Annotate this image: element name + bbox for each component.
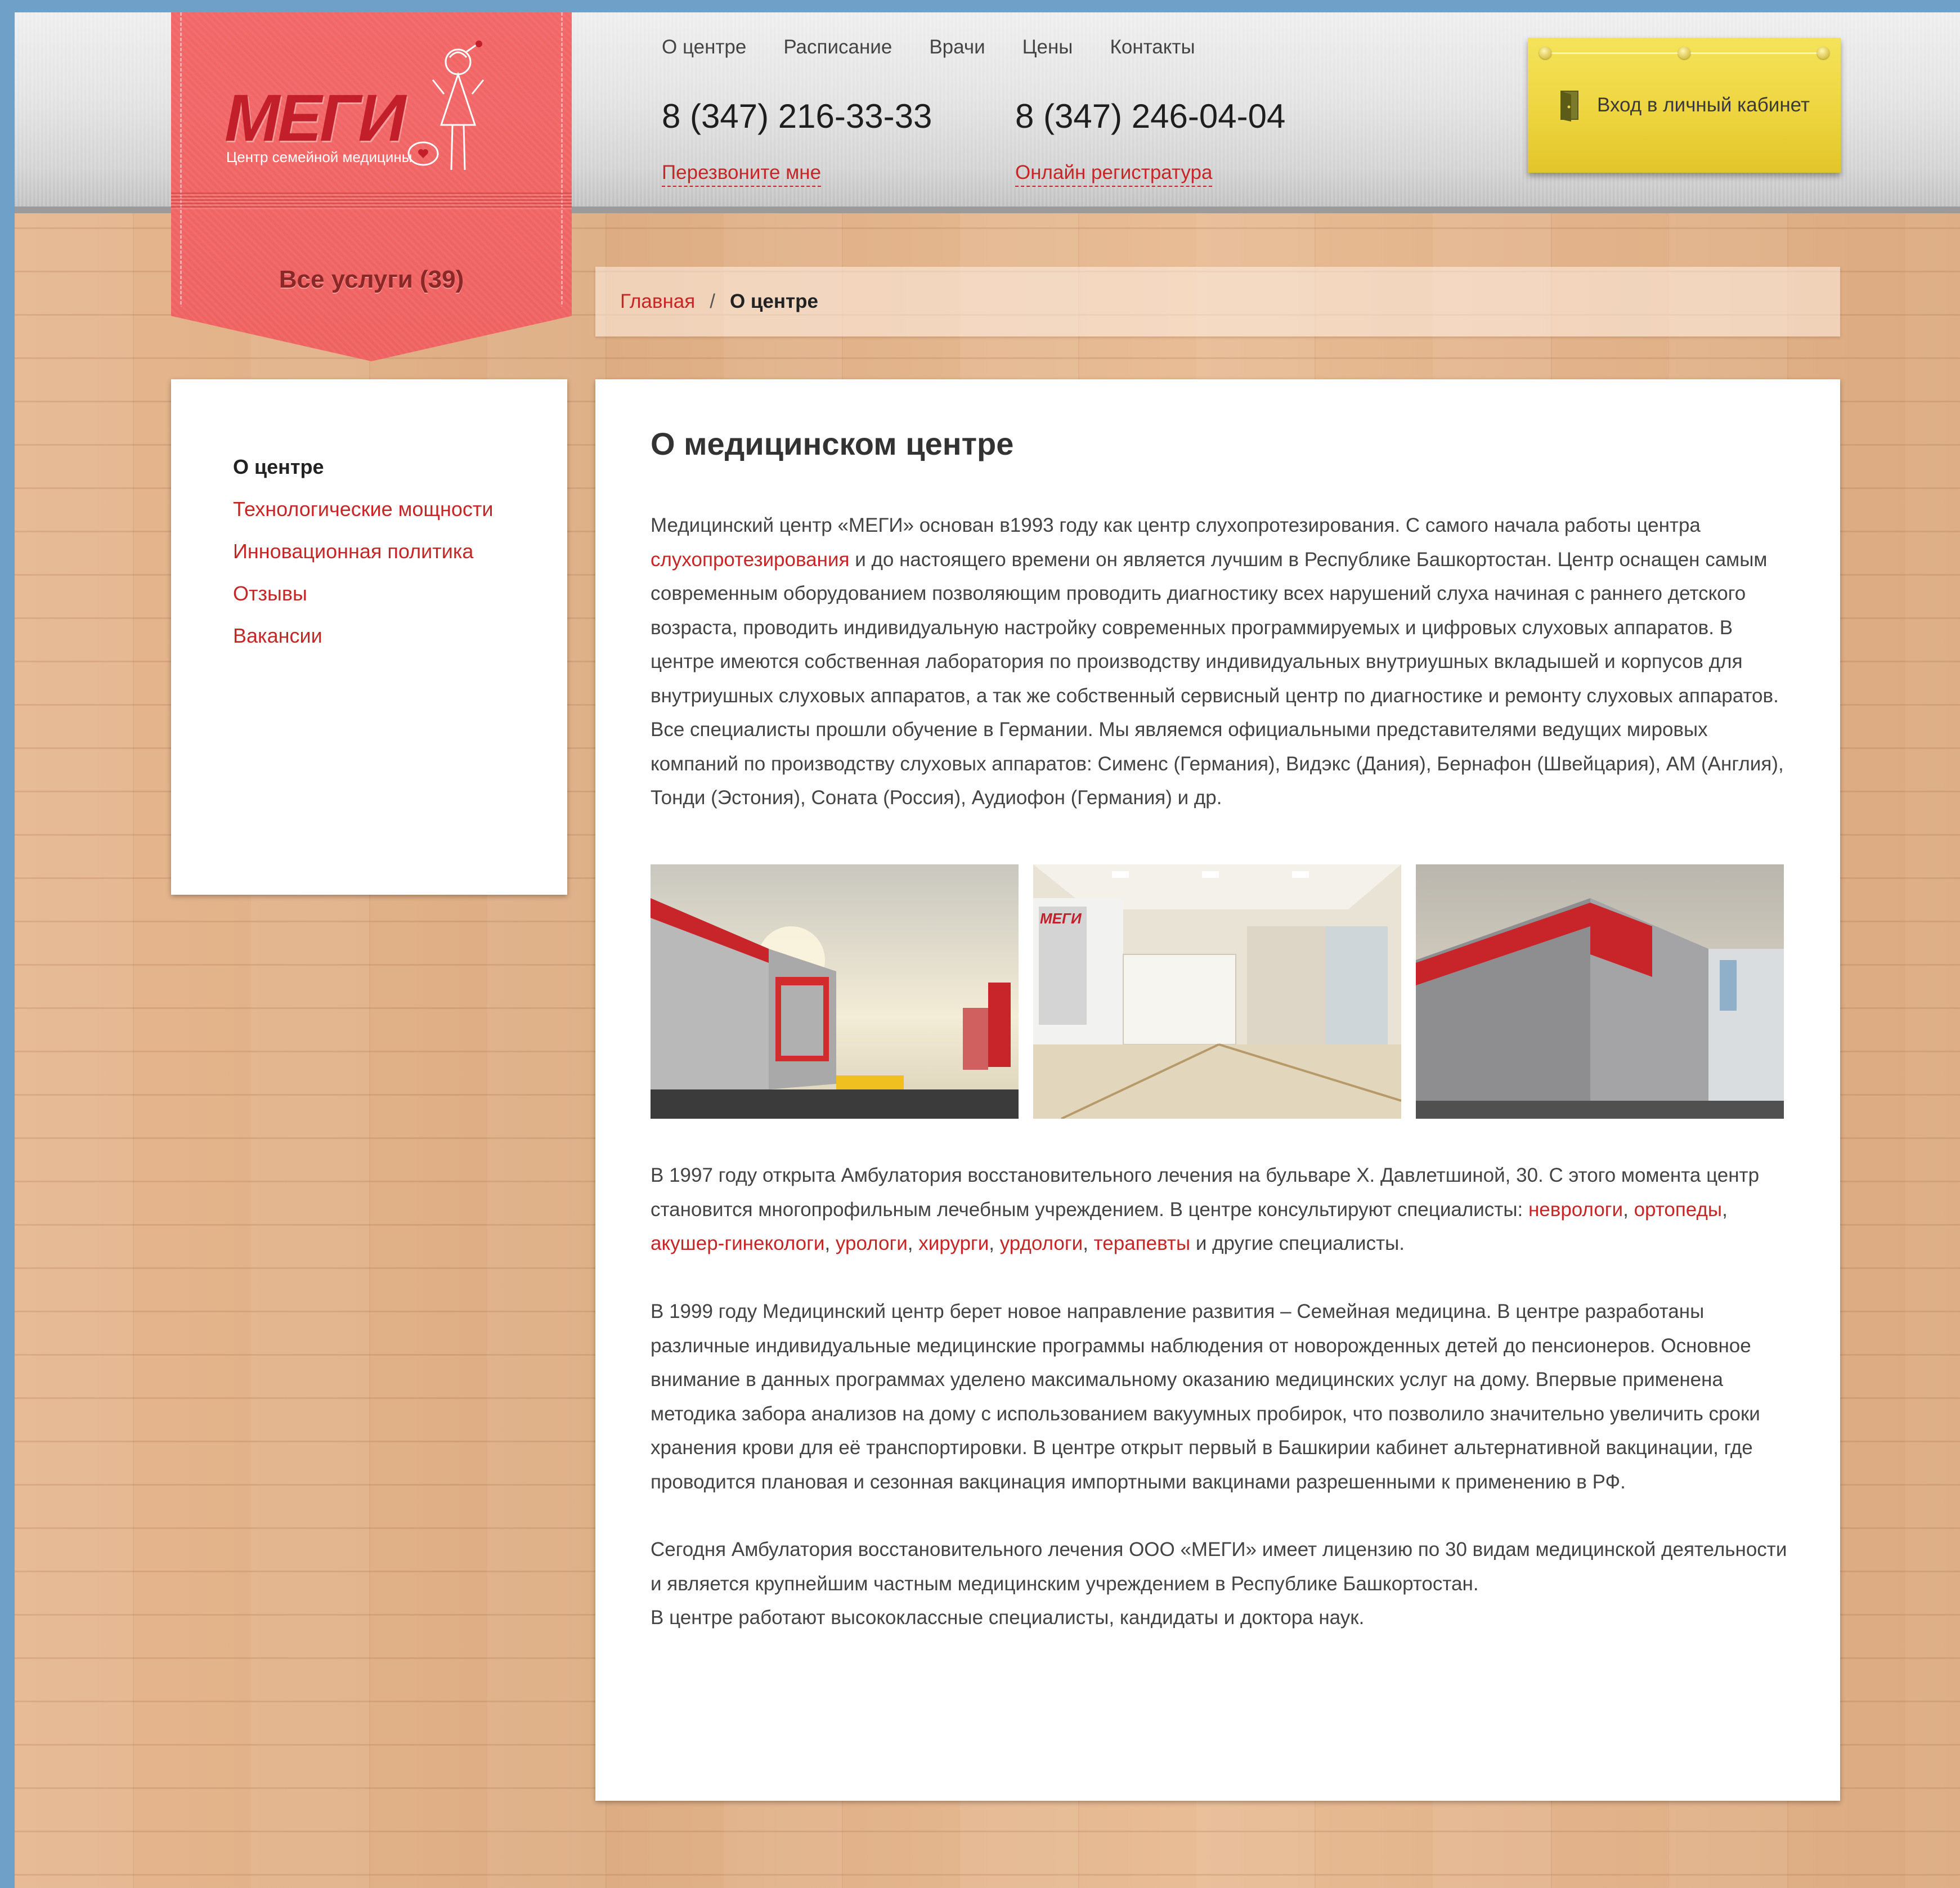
breadcrumb-separator: /: [710, 290, 715, 312]
breadcrumb: Главная / О центре: [595, 267, 1840, 337]
heart-ball-icon: [407, 141, 439, 166]
building-corner-photo[interactable]: [1416, 864, 1784, 1119]
paragraph-intro: Медицинский центр «МЕГИ» основан в1993 г…: [651, 509, 1787, 815]
cabinet-label: Вход в личный кабинет: [1597, 94, 1810, 116]
specialist-link-orthopedists[interactable]: ортопеды: [1634, 1199, 1723, 1221]
sidebar-item-tech-capacity[interactable]: Технологические мощности: [233, 488, 494, 530]
paragraph-text: В центре работают высококлассные специал…: [651, 1607, 1365, 1629]
breadcrumb-current: О центре: [729, 290, 819, 312]
nav-item-contacts[interactable]: Контакты: [1110, 36, 1195, 59]
all-services-link[interactable]: Все услуги (39): [171, 266, 572, 294]
specialist-link-therapists[interactable]: терапевты: [1094, 1232, 1190, 1254]
specialist-link-gynecologists[interactable]: акушер-гинекологи: [651, 1232, 824, 1254]
paragraph-text: Медицинский центр «МЕГИ» основан в1993 г…: [651, 514, 1701, 536]
pin-icon: [1678, 47, 1690, 59]
nav-item-about[interactable]: О центре: [662, 36, 746, 59]
sidebar-item-reviews[interactable]: Отзывы: [233, 572, 494, 615]
phone-secondary[interactable]: 8 (347) 246-04-04: [1015, 97, 1285, 136]
personal-cabinet-button[interactable]: Вход в личный кабинет: [1528, 38, 1841, 173]
door-icon: [1560, 91, 1578, 122]
hearing-prosthetics-link[interactable]: слухопротезирования: [651, 549, 849, 571]
clinic-lobby-photo[interactable]: МЕГИ: [1033, 864, 1401, 1119]
page-title: О медицинском центре: [651, 426, 1014, 461]
breadcrumb-home-link[interactable]: Главная: [620, 290, 695, 313]
paragraph-today: Сегодня Амбулатория восстановительного л…: [651, 1533, 1787, 1635]
specialist-link-neurologists[interactable]: неврологи: [1528, 1199, 1623, 1221]
callback-link[interactable]: Перезвоните мне: [662, 160, 822, 187]
paragraph-1999: В 1999 году Медицинский центр берет ново…: [651, 1300, 1760, 1493]
top-nav: О центре Расписание Врачи Цены Контакты: [662, 36, 1195, 59]
nav-item-prices[interactable]: Цены: [1022, 36, 1073, 59]
paragraph-1997: В 1997 году открыта Амбулатория восстано…: [651, 1164, 1760, 1254]
pin-icon: [1817, 47, 1829, 59]
logo-tagline: Центр семейной медицины: [226, 149, 412, 165]
paragraph-text: и до настоящего времени он является лучш…: [651, 548, 1784, 809]
nav-item-schedule[interactable]: Расписание: [783, 36, 892, 59]
specialist-link-urologists[interactable]: урологи: [836, 1232, 908, 1254]
sidebar: О центре Технологические мощности Иннова…: [171, 379, 567, 895]
specialist-link-surgeons[interactable]: хирурги: [918, 1232, 989, 1254]
paragraph-text: и другие специалисты.: [1190, 1232, 1405, 1254]
ribbon-stitching: [180, 12, 563, 350]
sidebar-item-vacancies[interactable]: Вакансии: [233, 615, 494, 657]
specialist-link-urdologists[interactable]: урдологи: [1000, 1232, 1083, 1254]
building-exterior-photo[interactable]: [651, 864, 1019, 1119]
sidebar-item-innovation[interactable]: Инновационная политика: [233, 530, 494, 572]
sidebar-item-about[interactable]: О центре: [233, 446, 494, 488]
phone-primary[interactable]: 8 (347) 216-33-33: [662, 97, 932, 136]
logo-text[interactable]: МЕГИ: [225, 80, 406, 156]
ribbon-stripe: [171, 192, 572, 209]
online-registry-link[interactable]: Онлайн регистратура: [1015, 160, 1213, 187]
svg-text:МЕГИ: МЕГИ: [1040, 910, 1082, 927]
pin-icon: [1539, 47, 1551, 59]
main-content: О медицинском центре Медицинский центр «…: [595, 379, 1840, 1801]
nav-item-doctors[interactable]: Врачи: [929, 36, 985, 59]
page-frame: МЕГИ Центр семейной медицины Все услуги …: [15, 12, 1960, 1888]
paragraph-text: Сегодня Амбулатория восстановительного л…: [651, 1539, 1787, 1595]
logo-ribbon[interactable]: МЕГИ Центр семейной медицины Все услуги …: [171, 12, 572, 361]
